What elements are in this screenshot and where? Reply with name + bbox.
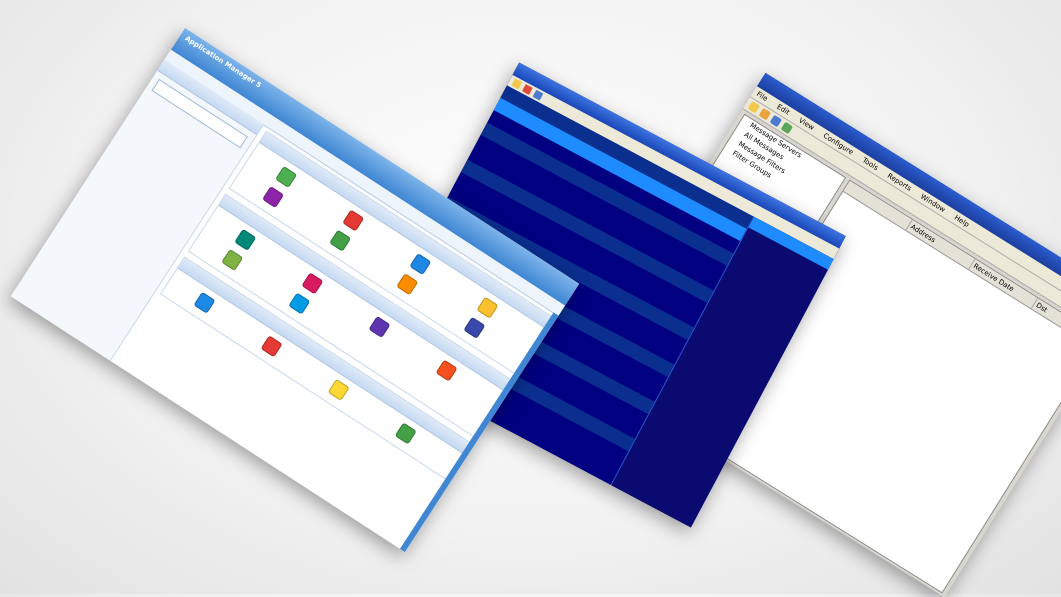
menu-file[interactable]: File [755, 90, 769, 103]
nav-link[interactable] [183, 62, 190, 72]
nav-link[interactable] [216, 83, 223, 93]
app-icon [368, 315, 391, 339]
nav-link[interactable] [169, 53, 176, 63]
webapp-window: Application Manager 5 [10, 27, 580, 553]
app-icon [342, 209, 365, 232]
nav-link[interactable] [190, 66, 197, 76]
nav-link[interactable] [196, 70, 203, 80]
app-icon [262, 186, 285, 209]
new-icon[interactable] [747, 101, 761, 114]
app-icon [221, 248, 244, 272]
open-icon[interactable] [758, 107, 772, 121]
app-icon [193, 291, 216, 314]
save-icon[interactable] [769, 114, 783, 128]
nav-link[interactable] [203, 75, 210, 85]
app-icon [396, 273, 419, 296]
app-icon [260, 335, 283, 358]
nav-link[interactable] [176, 57, 183, 67]
app-icon [476, 296, 499, 319]
app-icon [409, 253, 432, 276]
app-icon [327, 378, 350, 401]
app-icon [329, 229, 352, 252]
app-icon [394, 422, 417, 445]
nav-link[interactable] [210, 79, 217, 89]
app-icon [275, 165, 298, 189]
app-icon [463, 316, 486, 339]
app-icon [435, 359, 458, 382]
app-icon [288, 292, 311, 315]
disconnect-icon[interactable] [521, 84, 533, 95]
app-icon [234, 228, 257, 251]
app-icon [301, 272, 324, 295]
refresh-icon[interactable] [780, 121, 794, 135]
